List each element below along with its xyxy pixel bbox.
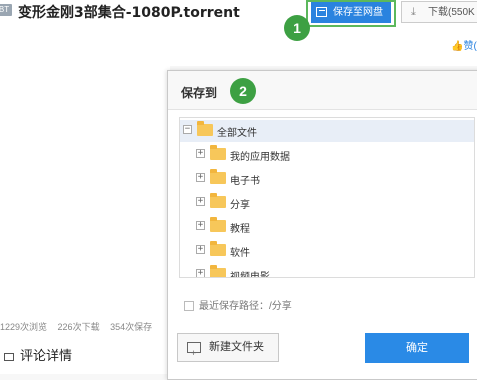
new-folder-label: 新建文件夹 bbox=[209, 341, 264, 353]
folder-icon bbox=[197, 121, 213, 136]
folder-icon bbox=[210, 241, 226, 256]
recent-path-option[interactable]: 最近保存路径：/分享 bbox=[184, 297, 292, 312]
view-count: 1229次浏览 bbox=[0, 322, 48, 332]
save-to-netdisk-button[interactable]: 保存至网盘 bbox=[311, 2, 391, 23]
step-badge-1: 1 bbox=[284, 15, 310, 41]
save-count: 354次保存 bbox=[110, 322, 153, 332]
dialog-title: 保存到 bbox=[181, 86, 218, 100]
folder-tree[interactable]: − 全部文件 + 我的应用数据 + 电子书 + 分享 + 教程 + 软件 + 视… bbox=[179, 117, 475, 278]
tree-item-label: 我的应用数据 bbox=[230, 152, 290, 163]
folder-icon bbox=[210, 193, 226, 208]
comment-icon bbox=[4, 352, 14, 361]
step-badge-2: 2 bbox=[230, 78, 256, 104]
new-folder-icon bbox=[187, 340, 201, 367]
download-icon: ⤓ bbox=[411, 6, 416, 18]
folder-icon bbox=[210, 265, 226, 277]
dialog-header: 保存到 bbox=[168, 71, 477, 110]
top-bar: BT 变形金刚3部集合-1080P.torrent 保存至网盘 ⤓ 下载(550… bbox=[0, 0, 477, 66]
folder-icon bbox=[210, 169, 226, 184]
expand-icon[interactable]: + bbox=[196, 269, 205, 277]
comments-title: 评论详情 bbox=[20, 348, 73, 363]
comments-header: 评论详情 bbox=[4, 345, 72, 364]
tree-item-label: 教程 bbox=[230, 224, 250, 235]
tree-item-label: 视频电影 bbox=[230, 272, 270, 278]
thumbs-up-icon: 👍 bbox=[451, 41, 464, 52]
tree-item-label: 软件 bbox=[230, 248, 250, 259]
folder-icon bbox=[210, 217, 226, 232]
bt-file-icon: BT bbox=[0, 4, 12, 16]
file-title: 变形金刚3部集合-1080P.torrent bbox=[18, 5, 240, 21]
expand-icon[interactable]: + bbox=[196, 173, 205, 182]
download-button[interactable]: ⤓ 下载(550K bbox=[401, 1, 477, 23]
expand-icon[interactable]: + bbox=[196, 197, 205, 206]
confirm-button[interactable]: 确定 bbox=[365, 333, 469, 363]
collapse-icon[interactable]: − bbox=[183, 125, 192, 134]
expand-icon[interactable]: + bbox=[196, 221, 205, 230]
tree-item-label: 分享 bbox=[230, 200, 250, 211]
recent-path-checkbox[interactable] bbox=[184, 301, 194, 312]
tree-root-row[interactable]: − 全部文件 bbox=[180, 120, 474, 142]
like-label: 赞( bbox=[463, 41, 477, 52]
tree-root-label: 全部文件 bbox=[217, 128, 257, 139]
new-folder-button[interactable]: 新建文件夹 bbox=[177, 333, 279, 367]
recent-path-label: 最近保存路径：/分享 bbox=[199, 301, 292, 312]
expand-icon[interactable]: + bbox=[196, 149, 205, 158]
save-icon bbox=[316, 7, 327, 17]
file-stats: 1229次浏览 226次下载 354次保存 bbox=[0, 320, 160, 333]
save-to-dialog: 保存到 2 − 全部文件 + 我的应用数据 + 电子书 + 分享 + 教程 + … bbox=[167, 70, 477, 380]
expand-icon[interactable]: + bbox=[196, 245, 205, 254]
download-button-label: 下载(550K bbox=[428, 7, 475, 18]
like-link[interactable]: 👍赞( bbox=[451, 37, 477, 52]
folder-icon bbox=[210, 145, 226, 160]
download-count: 226次下载 bbox=[57, 322, 100, 332]
save-button-label: 保存至网盘 bbox=[333, 7, 383, 18]
tree-item-label: 电子书 bbox=[230, 176, 260, 187]
